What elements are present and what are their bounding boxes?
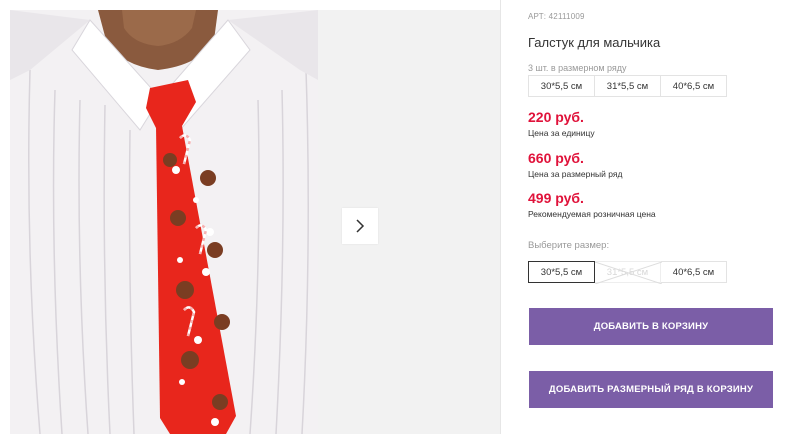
unit-price-label: Цена за единицу (528, 128, 595, 138)
size-set-item: 30*5,5 см (528, 75, 595, 97)
retail-price: 499 руб. (528, 190, 584, 206)
size-option-40[interactable]: 40*6,5 см (660, 261, 727, 283)
size-set-label: 3 шт. в размерном ряду (528, 63, 627, 73)
set-price: 660 руб. (528, 150, 584, 166)
size-set-item: 40*6,5 см (660, 75, 727, 97)
size-option-31-unavailable[interactable]: 31*5,5 см (594, 261, 662, 284)
gallery-next-button[interactable] (342, 208, 378, 244)
product-photo (10, 10, 318, 434)
add-to-cart-button[interactable]: ДОБАВИТЬ В КОРЗИНУ (529, 308, 773, 345)
unavailable-cross-icon (595, 262, 662, 284)
size-option-30[interactable]: 30*5,5 см (528, 261, 595, 283)
boy-with-tie-image (10, 10, 318, 434)
size-selector: 30*5,5 см 31*5,5 см 40*6,5 см (528, 261, 727, 284)
choose-size-label: Выберите размер: (528, 240, 610, 251)
product-gallery (10, 10, 500, 434)
unit-price: 220 руб. (528, 109, 584, 125)
size-set-list: 30*5,5 см 31*5,5 см 40*6,5 см (528, 75, 727, 97)
product-title: Галстук для мальчика (528, 35, 661, 50)
gallery-divider (500, 0, 501, 434)
retail-price-label: Рекомендуемая розничная цена (528, 209, 656, 219)
set-price-label: Цена за размерный ряд (528, 169, 623, 179)
product-sku: АРТ: 42111009 (528, 12, 585, 21)
chevron-right-icon (356, 219, 365, 233)
add-size-set-to-cart-button[interactable]: ДОБАВИТЬ РАЗМЕРНЫЙ РЯД В КОРЗИНУ (529, 371, 773, 408)
size-set-item: 31*5,5 см (594, 75, 661, 97)
